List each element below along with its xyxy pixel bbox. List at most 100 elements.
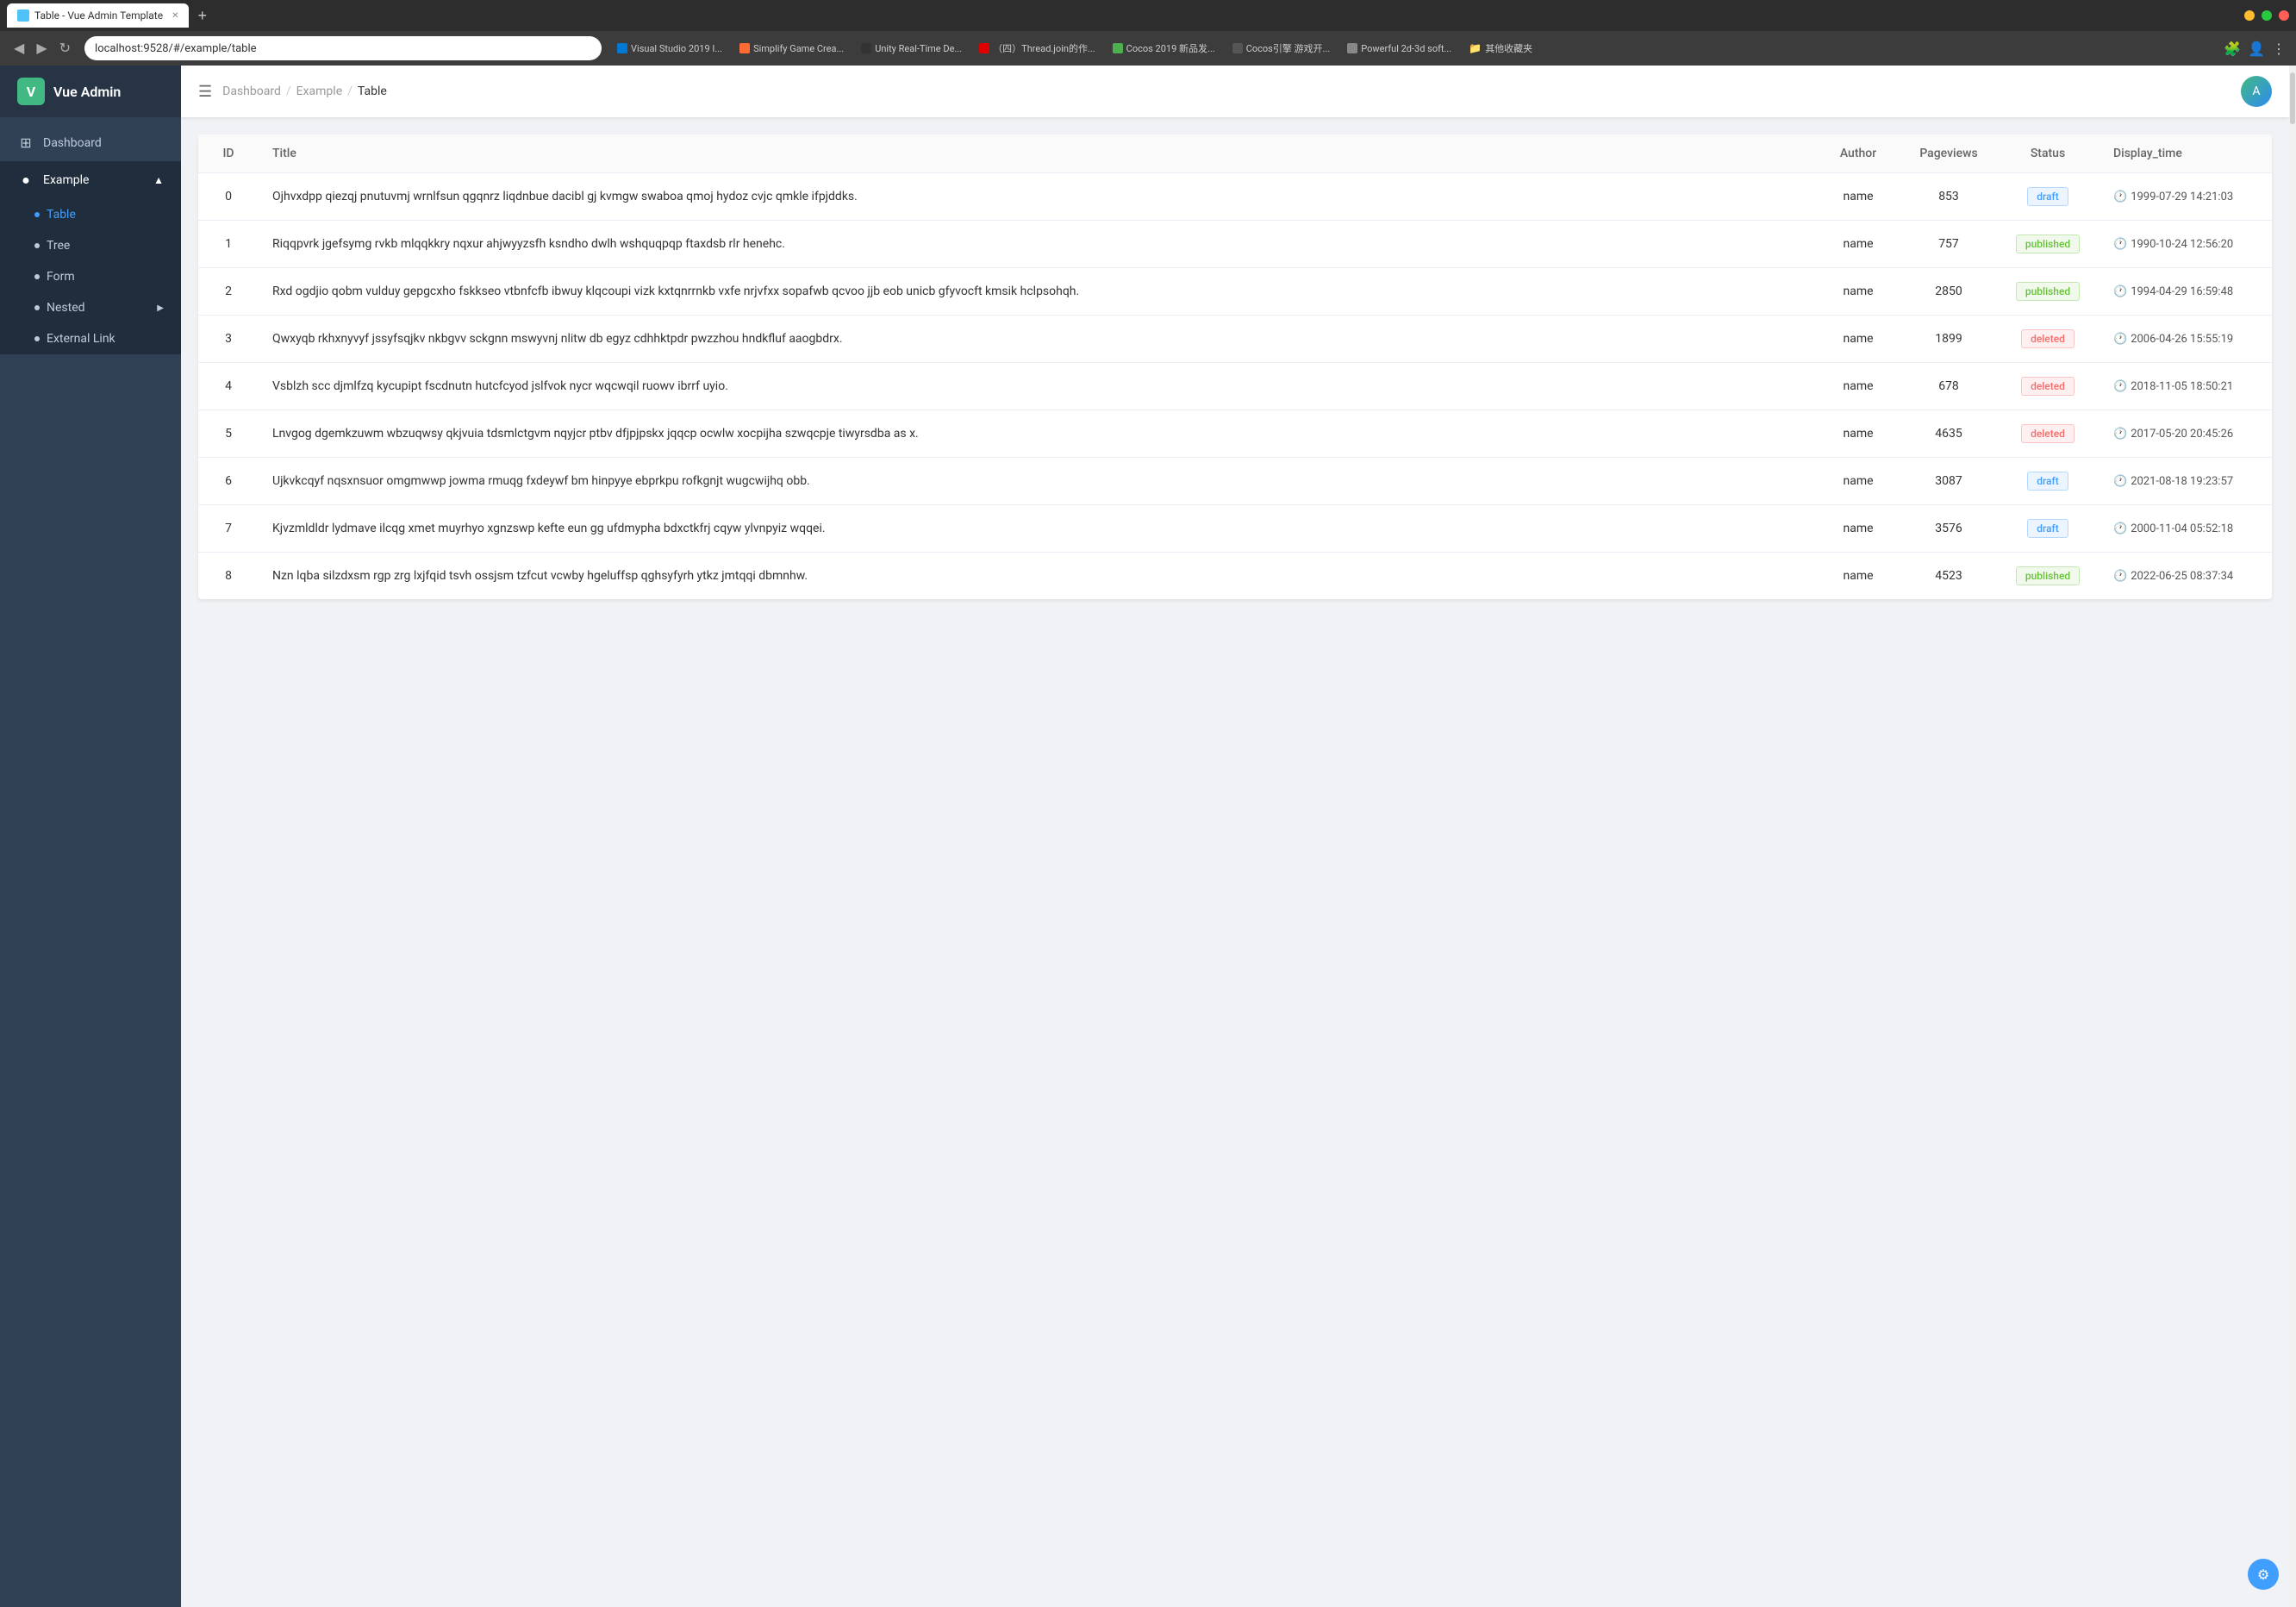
tab-close-btn[interactable]: ✕	[172, 11, 178, 21]
cell-status: published	[1996, 221, 2099, 268]
cell-id: 8	[198, 553, 259, 600]
active-tab[interactable]: Table - Vue Admin Template ✕	[7, 3, 189, 28]
cell-id: 1	[198, 221, 259, 268]
bookmark-label-other: 其他收藏夹	[1485, 41, 1532, 55]
reload-button[interactable]: ↻	[56, 36, 74, 60]
time-value: 2000-11-04 05:52:18	[2131, 522, 2233, 535]
sub-label-nested: Nested	[47, 301, 85, 315]
cell-author: name	[1815, 458, 1901, 505]
breadcrumb-dashboard[interactable]: Dashboard	[222, 84, 281, 98]
address-bar: ◀ ▶ ↻ localhost:9528/#/example/table Vis…	[0, 31, 2296, 66]
sidebar-item-nested[interactable]: Nested ▶	[0, 292, 181, 323]
bookmark-thread[interactable]: （四）Thread.join的作...	[974, 40, 1101, 57]
bookmark-cocos2[interactable]: Cocos引擎 游戏开...	[1227, 40, 1336, 57]
sidebar-item-tree[interactable]: Tree	[0, 230, 181, 261]
sidebar-item-example[interactable]: ● Example ▲	[0, 161, 181, 199]
chevron-up-icon: ▲	[153, 174, 164, 186]
bookmark-simplify[interactable]: Simplify Game Crea...	[734, 41, 849, 56]
dot-icon-external	[34, 336, 40, 341]
bookmark-label-simplify: Simplify Game Crea...	[753, 43, 844, 54]
bookmark-label-unity: Unity Real-Time De...	[875, 43, 962, 54]
cell-pageviews: 757	[1901, 221, 1996, 268]
cell-author: name	[1815, 221, 1901, 268]
extensions-icon[interactable]: 🧩	[2224, 41, 2241, 57]
settings-button[interactable]: ⚙	[2248, 1559, 2279, 1590]
scrollbar-thumb[interactable]	[2290, 72, 2295, 124]
table-container: ID Title Author Pageviews Status Display…	[198, 134, 2272, 599]
bookmark-vs[interactable]: Visual Studio 2019 I...	[612, 41, 727, 56]
table-row: 3 Qwxyqb rkhxnyvyf jssyfsqjkv nkbgvv sck…	[198, 316, 2272, 363]
example-icon: ●	[17, 172, 34, 189]
menu-toggle-button[interactable]: ☰	[198, 83, 212, 101]
table-row: 2 Rxd ogdjio qobm vulduy gepgcxho fskkse…	[198, 268, 2272, 316]
sidebar-label-example: Example	[43, 173, 89, 187]
cell-status: draft	[1996, 505, 2099, 553]
breadcrumb-example[interactable]: Example	[296, 84, 342, 98]
cell-title: Vsblzh scc djmlfzq kycupipt fscdnutn hut…	[259, 363, 1815, 410]
bookmark-other[interactable]: 📁 其他收藏夹	[1463, 40, 1538, 57]
sidebar-item-table[interactable]: Table	[0, 199, 181, 230]
cell-title: Ojhvxdpp qiezqj pnutuvmj wrnlfsun qgqnrz…	[259, 173, 1815, 221]
cell-pageviews: 3087	[1901, 458, 1996, 505]
cell-pageviews: 678	[1901, 363, 1996, 410]
cell-author: name	[1815, 173, 1901, 221]
cell-title: Kjvzmldldr lydmave ilcqg xmet muyrhyo xg…	[259, 505, 1815, 553]
bookmark-unity[interactable]: Unity Real-Time De...	[856, 41, 967, 56]
clock-icon: 🕐	[2113, 238, 2127, 251]
bookmarks-bar: Visual Studio 2019 I... Simplify Game Cr…	[612, 40, 2206, 57]
table-header: ID Title Author Pageviews Status Display…	[198, 134, 2272, 173]
sidebar-nav: ⊞ Dashboard ● Example ▲ Table Tree	[0, 117, 181, 1607]
cell-status: deleted	[1996, 410, 2099, 458]
cell-author: name	[1815, 268, 1901, 316]
clock-icon: 🕐	[2113, 522, 2127, 535]
page-scrollbar[interactable]	[2289, 66, 2296, 1607]
bookmark-powerful[interactable]: Powerful 2d-3d soft...	[1342, 41, 1457, 56]
status-badge: deleted	[2021, 329, 2075, 348]
time-value: 1990-10-24 12:56:20	[2131, 238, 2233, 251]
cell-time: 🕐 2006-04-26 15:55:19	[2099, 316, 2272, 363]
cell-time: 🕐 1999-07-29 14:21:03	[2099, 173, 2272, 221]
dashboard-icon: ⊞	[17, 134, 34, 151]
menu-icon[interactable]: ⋮	[2272, 41, 2286, 57]
cell-time: 🕐 2018-11-05 18:50:21	[2099, 363, 2272, 410]
profile-icon[interactable]: 👤	[2248, 41, 2265, 57]
bookmark-icon-thread	[979, 43, 989, 53]
bookmark-label-vs: Visual Studio 2019 I...	[631, 43, 722, 54]
maximize-button[interactable]	[2262, 10, 2272, 21]
back-button[interactable]: ◀	[10, 36, 28, 60]
bookmark-folder-icon: 📁	[1469, 42, 1482, 54]
cell-author: name	[1815, 505, 1901, 553]
table-body: 0 Ojhvxdpp qiezqj pnutuvmj wrnlfsun qgqn…	[198, 173, 2272, 600]
sidebar-item-form[interactable]: Form	[0, 261, 181, 292]
sidebar-item-external-link[interactable]: External Link	[0, 323, 181, 354]
col-header-title: Title	[259, 134, 1815, 173]
cell-time: 🕐 2021-08-18 19:23:57	[2099, 458, 2272, 505]
header-row: ID Title Author Pageviews Status Display…	[198, 134, 2272, 173]
url-bar[interactable]: localhost:9528/#/example/table	[84, 36, 602, 60]
tab-title: Table - Vue Admin Template	[34, 9, 163, 22]
time-value: 2006-04-26 15:55:19	[2131, 333, 2233, 346]
sidebar-item-dashboard[interactable]: ⊞ Dashboard	[0, 124, 181, 161]
minimize-button[interactable]	[2244, 10, 2255, 21]
status-badge: draft	[2027, 187, 2068, 206]
time-value: 1994-04-29 16:59:48	[2131, 285, 2233, 298]
breadcrumb-sep-2: /	[347, 84, 353, 98]
clock-icon: 🕐	[2113, 570, 2127, 583]
new-tab-button[interactable]: +	[192, 7, 212, 25]
bookmark-label-cocos2: Cocos引擎 游戏开...	[1246, 41, 1331, 55]
col-header-status: Status	[1996, 134, 2099, 173]
user-avatar[interactable]: A	[2241, 76, 2272, 107]
bookmark-label-powerful: Powerful 2d-3d soft...	[1361, 43, 1451, 54]
forward-button[interactable]: ▶	[33, 36, 50, 60]
bookmark-icon-powerful	[1347, 43, 1357, 53]
cell-status: published	[1996, 553, 2099, 600]
cell-title: Rxd ogdjio qobm vulduy gepgcxho fskkseo …	[259, 268, 1815, 316]
time-value: 2018-11-05 18:50:21	[2131, 380, 2233, 393]
browser-tabs: Table - Vue Admin Template ✕ +	[7, 3, 2237, 28]
nav-buttons: ◀ ▶ ↻	[10, 36, 74, 60]
bookmark-icon-cocos2	[1232, 43, 1243, 53]
sidebar: V Vue Admin ⊞ Dashboard ● Example ▲ Tabl…	[0, 66, 181, 1607]
bookmark-cocos1[interactable]: Cocos 2019 新品发...	[1107, 40, 1220, 57]
example-submenu: Table Tree Form Nested ▶	[0, 199, 181, 354]
close-button[interactable]	[2279, 10, 2289, 21]
